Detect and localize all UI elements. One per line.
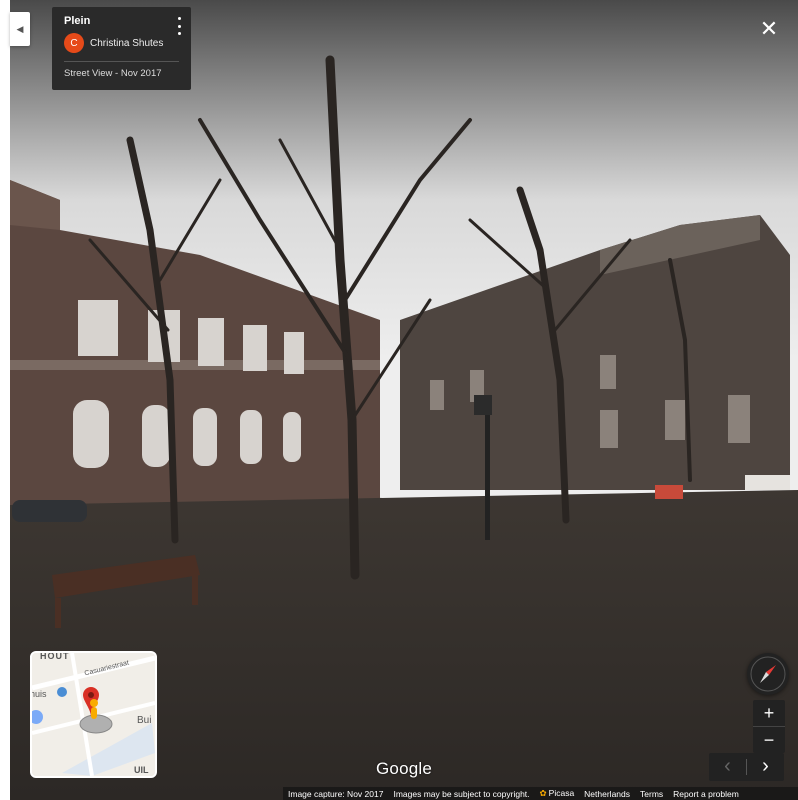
divider — [64, 61, 179, 62]
more-options-button[interactable] — [175, 17, 183, 35]
report-problem-link[interactable]: Report a problem — [668, 789, 744, 799]
picasa-icon: ✿ — [539, 788, 547, 798]
picasa-label: Picasa — [548, 788, 575, 798]
dot-icon — [177, 24, 181, 28]
minimap[interactable]: HOUT Casuariestraat huis Bui UIL — [30, 651, 157, 778]
capture-label: Street View - Nov 2017 — [64, 68, 162, 79]
minimap-label: huis — [30, 689, 47, 699]
footer-bar: Image capture: Nov 2017 Images may be su… — [283, 787, 798, 800]
compass-button[interactable] — [747, 653, 789, 695]
close-icon[interactable]: ✕ — [758, 18, 780, 40]
dot-icon — [177, 17, 181, 20]
capture-date: Image capture: Nov 2017 — [288, 788, 384, 799]
next-button[interactable]: › — [747, 753, 784, 781]
previous-button[interactable]: ‹ — [709, 753, 746, 781]
country-link[interactable]: Netherlands — [579, 789, 635, 799]
location-title: Plein — [64, 15, 91, 27]
location-info-card: Plein C Christina Shutes Street View - N… — [52, 7, 191, 90]
caret-left-icon: ◀ — [16, 23, 24, 34]
zoom-out-button[interactable]: − — [753, 727, 785, 753]
minimap-label: Bui — [137, 715, 152, 726]
map-panel-edge — [0, 0, 10, 800]
zoom-in-button[interactable]: + — [753, 700, 785, 726]
navigation-arrows: ‹ › — [709, 753, 784, 781]
copyright-notice: Images may be subject to copyright. — [393, 788, 530, 799]
author-avatar[interactable]: C — [64, 33, 84, 53]
picasa-link[interactable]: ✿ Picasa — [535, 788, 580, 799]
minimap-label: HOUT — [40, 651, 70, 661]
author-name[interactable]: Christina Shutes — [90, 38, 163, 49]
collapse-side-panel-button[interactable]: ◀ — [10, 12, 30, 46]
minimap-label: UIL — [134, 765, 149, 775]
author-row[interactable]: C Christina Shutes — [64, 33, 179, 53]
compass-icon — [750, 656, 786, 692]
google-logo: Google — [376, 759, 433, 778]
zoom-controls: + − — [753, 700, 785, 753]
terms-link[interactable]: Terms — [635, 789, 668, 799]
dot-icon — [177, 32, 181, 35]
